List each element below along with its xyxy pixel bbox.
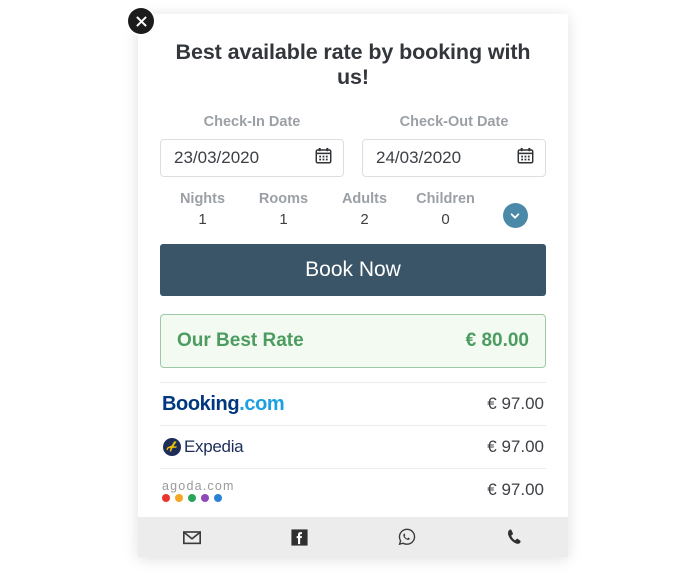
occupancy-adults-value: 2: [360, 211, 369, 228]
booking-com-logo: Booking.com: [162, 392, 285, 416]
modal-container: Best available rate by booking with us! …: [138, 14, 568, 557]
occupancy-nights: Nights 1: [162, 191, 243, 228]
expedia-logo: Expedia: [162, 437, 244, 457]
occupancy-rooms-label: Rooms: [258, 191, 309, 207]
occupancy-children: Children 0: [405, 191, 486, 228]
modal-footer: [138, 517, 568, 557]
occupancy-children-value: 0: [441, 211, 450, 228]
book-now-button[interactable]: Book Now: [160, 244, 546, 296]
date-selection-row: Check-In Date 23/03/2020 Check-Out Date …: [160, 114, 546, 177]
whatsapp-icon[interactable]: [353, 527, 461, 547]
booking-com-price: € 97.00: [487, 394, 544, 413]
agoda-wordmark: agoda.com: [162, 479, 235, 493]
check-out-date-group: Check-Out Date 24/03/2020: [362, 114, 546, 177]
occupancy-toggle-cell: [486, 191, 544, 228]
occupancy-adults-label: Adults: [341, 191, 388, 207]
check-in-date-input[interactable]: 23/03/2020: [160, 139, 344, 177]
check-in-date-label: Check-In Date: [203, 114, 301, 130]
occupancy-nights-label: Nights: [179, 191, 226, 207]
check-in-date-group: Check-In Date 23/03/2020: [160, 114, 344, 177]
page-title: Best available rate by booking with us!: [175, 40, 531, 89]
check-in-date-value: 23/03/2020: [174, 148, 260, 167]
phone-icon[interactable]: [461, 527, 569, 547]
facebook-icon[interactable]: [246, 528, 354, 547]
our-best-rate-row: Our Best Rate € 80.00: [160, 314, 546, 368]
occupancy-adults: Adults 2: [324, 191, 405, 228]
occupancy-rooms: Rooms 1: [243, 191, 324, 228]
check-out-date-label: Check-Out Date: [399, 114, 509, 130]
modal-body: Best available rate by booking with us! …: [138, 14, 568, 517]
agoda-dots-icon: [162, 494, 235, 502]
occupancy-nights-value: 1: [198, 211, 207, 228]
booking-com-logo-part1: Booking: [162, 392, 240, 415]
agoda-com-logo: agoda.com: [162, 478, 235, 502]
table-row: agoda.com € 97.00: [160, 468, 546, 511]
our-best-rate-label: Our Best Rate: [177, 330, 304, 351]
table-row: Expedia € 97.00: [160, 425, 546, 468]
expedia-wordmark: Expedia: [184, 437, 244, 456]
table-row: Booking.com € 97.00: [160, 382, 546, 425]
check-out-date-value: 24/03/2020: [376, 148, 462, 167]
expedia-price: € 97.00: [487, 437, 544, 456]
booking-com-logo-part2: .com: [239, 392, 285, 415]
our-best-rate-price: € 80.00: [465, 330, 529, 351]
chevron-down-icon[interactable]: [502, 203, 528, 228]
calendar-icon: [315, 147, 332, 169]
expedia-plane-icon: [163, 438, 181, 456]
email-icon[interactable]: [138, 527, 246, 547]
occupancy-summary-row: Nights 1 Rooms 1 Adults 2 Children 0: [160, 191, 546, 228]
agoda-com-price: € 97.00: [487, 480, 544, 499]
check-out-date-input[interactable]: 24/03/2020: [362, 139, 546, 177]
occupancy-children-label: Children: [416, 191, 475, 207]
rate-comparison-modal: Best available rate by booking with us! …: [128, 8, 568, 557]
calendar-icon: [517, 147, 534, 169]
close-icon[interactable]: [128, 8, 154, 34]
occupancy-rooms-value: 1: [279, 211, 288, 228]
